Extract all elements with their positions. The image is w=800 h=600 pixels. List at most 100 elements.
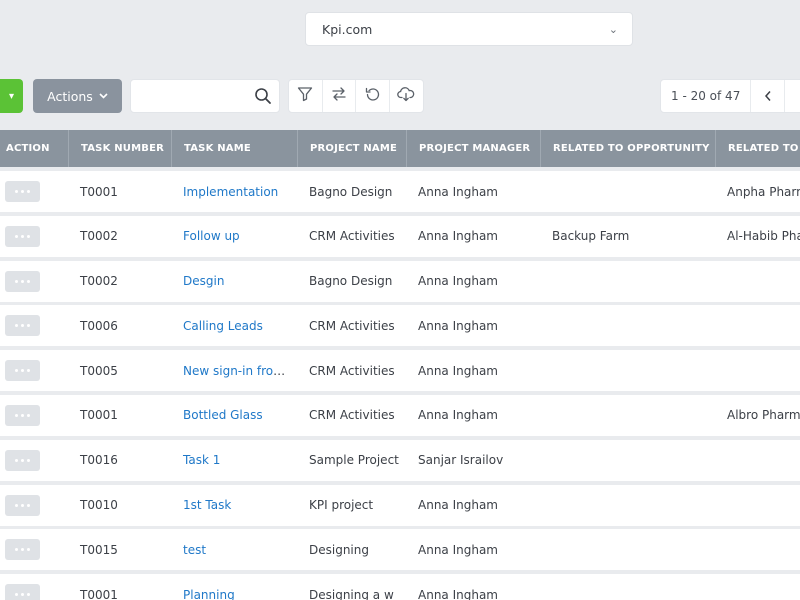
related-opportunity-cell: Backup Farm [552,229,630,244]
more-dot-icon [21,503,24,507]
project-manager-cell: Anna Ingham [418,498,498,513]
row-actions-button[interactable] [5,315,40,337]
column-header-related-account[interactable]: RELATED TO A [715,130,800,167]
task-number-cell: T0016 [80,453,118,468]
search-icon[interactable] [247,87,279,105]
task-name-cell: Task 1 [171,453,297,467]
task-name-link[interactable]: Follow up [183,229,240,243]
more-dot-icon [27,548,30,552]
more-dot-icon [27,279,30,283]
table-row[interactable]: T0001 Planning Designing a w Anna Ingham [0,574,800,600]
task-number-cell: T0002 [80,274,118,289]
next-page-button[interactable] [784,80,800,112]
task-name-link[interactable]: Bottled Glass [183,408,263,422]
column-header-project-manager[interactable]: PROJECT MANAGER [406,130,540,167]
row-actions-button[interactable] [5,404,40,426]
project-name-cell: Designing a w [309,587,394,600]
filter-button[interactable] [289,80,323,112]
row-actions-button[interactable] [5,539,40,561]
task-name-link[interactable]: Calling Leads [183,319,263,333]
project-manager-cell: Sanjar Israilov [418,453,504,468]
row-actions-button[interactable] [5,584,40,600]
task-name-link[interactable]: Implementation [183,185,278,199]
project-manager-cell: Anna Ingham [418,587,498,600]
project-manager-cell: Anna Ingham [418,408,498,423]
site-selector[interactable]: Kpi.com ⌄ [305,12,633,46]
project-manager-cell: Anna Ingham [418,229,498,244]
row-actions-button[interactable] [5,449,40,471]
row-actions-button[interactable] [5,270,40,292]
task-name-cell: Desgin [171,274,297,288]
more-dot-icon [15,369,18,373]
cloud-download-icon [397,86,415,106]
task-name-link[interactable]: test [183,543,206,557]
table-body: T0001 Implementation Bagno Design Anna Ingh… [0,167,800,600]
more-dot-icon [27,413,30,417]
more-dot-icon [27,458,30,462]
more-dot-icon [27,190,30,193]
table-row[interactable]: T0005 New sign-in from ... CRM Activities A… [0,350,800,392]
tasks-table: ACTION TASK NUMBER TASK NAME PROJECT NAM… [0,130,800,600]
column-header-project-name[interactable]: PROJECT NAME [297,130,406,167]
more-dot-icon [15,458,18,462]
project-manager-cell: Anna Ingham [418,184,498,199]
table-row[interactable]: T0001 Bottled Glass CRM Activities Anna Ing… [0,394,800,436]
previous-page-button[interactable] [750,80,784,112]
action-cell [0,449,68,471]
actions-button[interactable]: Actions [33,79,122,113]
project-name-cell: CRM Activities [309,408,395,423]
task-number-cell: T0006 [80,318,118,333]
undo-icon [364,86,381,107]
table-row[interactable]: T0010 1st Task KPI project Anna Ingham [0,484,800,526]
search-box [130,79,280,113]
search-input[interactable] [131,80,247,112]
task-name-link[interactable]: Planning [183,588,235,600]
related-account-cell: Al-Habib Pha [727,229,800,244]
table-row[interactable]: T0001 Implementation Bagno Design Anna Ingh… [0,171,800,212]
task-number-cell: T0001 [80,408,118,423]
table-row[interactable]: T0002 Desgin Bagno Design Anna Ingham [0,260,800,302]
download-button[interactable] [390,80,423,112]
sort-button[interactable] [323,80,356,112]
task-name-cell: Bottled Glass [171,408,297,422]
task-name-link[interactable]: New sign-in from ... [183,364,297,378]
actions-button-label: Actions [47,88,93,104]
more-dot-icon [21,324,24,328]
row-actions-button[interactable] [5,225,40,247]
table-row[interactable]: T0006 Calling Leads CRM Activities Anna Ing… [0,305,800,347]
related-account-cell: Anpha Pharm [727,184,800,199]
more-dot-icon [15,413,18,417]
table-row[interactable]: T0002 Follow up CRM Activities Anna Ingham B… [0,215,800,257]
column-header-task-number[interactable]: TASK NUMBER [68,130,171,167]
more-dot-icon [15,548,18,552]
chevron-down-icon [99,91,108,102]
task-name-link[interactable]: Desgin [183,274,224,288]
row-actions-button[interactable] [5,360,40,382]
task-number-cell: T0001 [80,587,118,600]
task-number-cell: T0001 [80,184,118,199]
task-number-cell: T0005 [80,363,118,378]
more-dot-icon [27,369,30,373]
chevron-down-icon: ▾ [8,90,15,102]
more-dot-icon [21,369,24,373]
more-dot-icon [21,458,24,462]
table-row[interactable]: T0015 test Designing Anna Ingham [0,529,800,571]
task-name-link[interactable]: Task 1 [183,453,220,467]
more-dot-icon [15,503,18,507]
reset-button[interactable] [356,80,390,112]
column-header-task-name[interactable]: TASK NAME [171,130,297,167]
project-name-cell: Designing [309,542,369,557]
action-cell [0,270,68,292]
more-dot-icon [21,593,24,597]
task-number-cell: T0002 [80,229,118,244]
column-header-action[interactable]: ACTION [0,130,68,167]
more-dot-icon [21,413,24,417]
add-button[interactable]: ▾ [0,79,23,113]
project-manager-cell: Anna Ingham [418,274,498,289]
row-actions-button[interactable] [5,181,40,202]
column-header-related-opportunity[interactable]: RELATED TO OPPORTUNITY [540,130,715,167]
table-row[interactable]: T0016 Task 1 Sample Project Sanjar Israilov [0,439,800,481]
task-name-link[interactable]: 1st Task [183,498,231,512]
action-cell [0,360,68,382]
row-actions-button[interactable] [5,494,40,516]
